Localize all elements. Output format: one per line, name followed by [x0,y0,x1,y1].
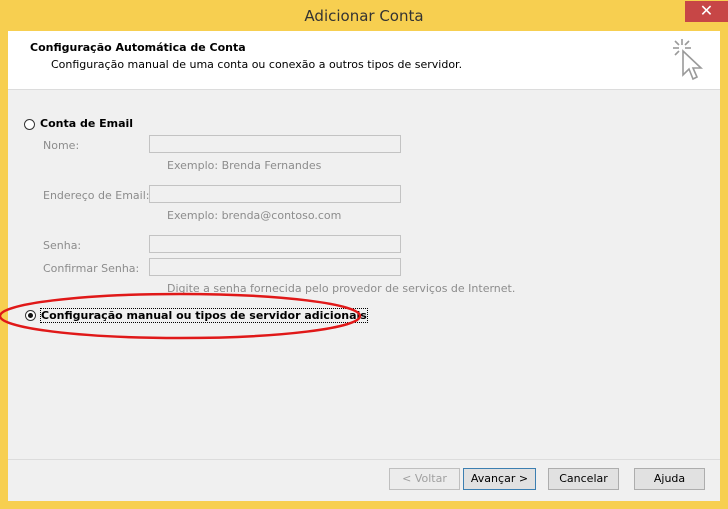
password-input[interactable] [149,235,401,253]
confirm-password-label: Confirmar Senha: [43,262,140,275]
password-label: Senha: [43,239,82,252]
header-subtitle: Configuração manual de uma conta ou cone… [51,58,463,71]
confirm-password-input[interactable] [149,258,401,276]
password-hint: Digite a senha fornecida pelo provedor d… [167,282,516,295]
name-input[interactable] [149,135,401,153]
email-account-radio[interactable] [24,119,35,130]
manual-setup-label[interactable]: Configuração manual ou tipos de servidor… [40,308,368,323]
back-button[interactable]: < Voltar [389,468,460,490]
close-button[interactable]: ✕ [685,1,728,22]
name-hint: Exemplo: Brenda Fernandes [167,159,322,172]
manual-setup-radio[interactable] [25,310,36,321]
email-account-label[interactable]: Conta de Email [40,117,133,130]
cursor-click-icon [673,39,704,81]
add-account-window: Adicionar Conta ✕ Configuração Automátic… [0,0,728,509]
footer-divider [8,459,720,460]
title-bar[interactable]: Adicionar Conta ✕ [0,0,728,32]
name-label: Nome: [43,139,80,152]
header-title: Configuração Automática de Conta [30,41,246,54]
dialog-client-area: Configuração Automática de Conta Configu… [8,31,720,501]
next-button[interactable]: Avançar > [463,468,536,490]
window-title: Adicionar Conta [304,7,424,25]
close-icon: ✕ [699,1,714,20]
email-input[interactable] [149,185,401,203]
cancel-button[interactable]: Cancelar [548,468,619,490]
radio-selected-dot [28,313,33,318]
email-hint: Exemplo: brenda@contoso.com [167,209,342,222]
email-label: Endereço de Email: [43,189,150,202]
help-button[interactable]: Ajuda [634,468,705,490]
dialog-header: Configuração Automática de Conta Configu… [8,31,720,90]
